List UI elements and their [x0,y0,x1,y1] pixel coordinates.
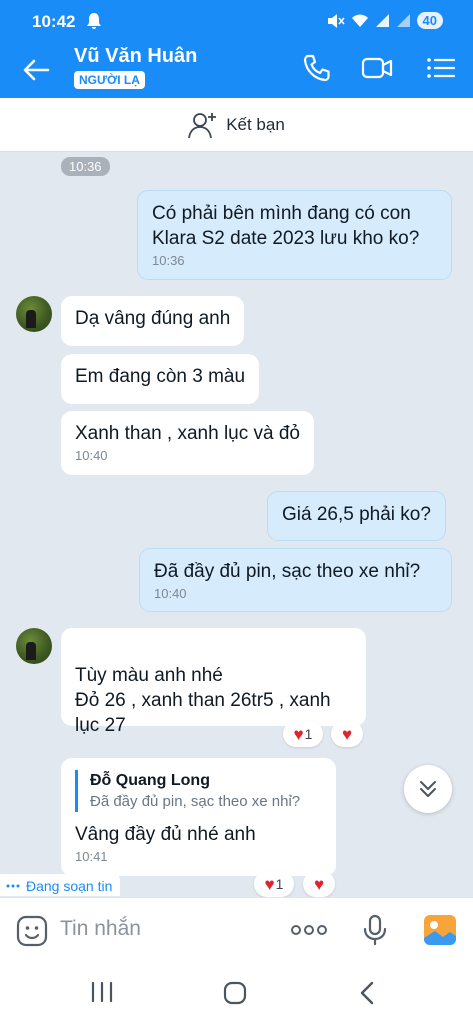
message-text: Giá 26,5 phải ko? [282,504,431,525]
sticker-icon[interactable] [16,915,48,947]
message-text: Vâng đầy đủ nhé anh [75,824,256,845]
notification-bell-icon [87,13,101,29]
message-text: Có phải bên mình đang có con Klara S2 da… [152,203,420,249]
more-options-icon[interactable] [290,923,328,937]
quote-author: Đỗ Quang Long [90,772,210,789]
phone-call-icon[interactable] [300,52,334,84]
heart-icon: ♥ [313,874,325,894]
quoted-message[interactable]: Đỗ Quang Long Đã đầy đủ pin, sạc theo xe… [75,770,322,812]
heart-icon: ♥ [264,874,275,894]
message-time: 10:40 [75,448,108,463]
wifi-icon [351,14,368,27]
message-text: Xanh than , xanh lục và đỏ [75,423,300,444]
quote-text: Đã đầy đủ pin, sạc theo xe nhỉ? [90,793,301,810]
mute-icon [327,13,345,28]
contact-avatar[interactable] [16,628,52,664]
message-bubble-incoming[interactable]: Tùy màu anh nhé Đỏ 26 , xanh than 26tr5 … [61,628,366,736]
typing-dots-icon [6,884,20,888]
message-bubble-incoming[interactable]: Đỗ Quang Long Đã đầy đủ pin, sạc theo xe… [61,758,336,876]
microphone-icon[interactable] [362,914,388,946]
typing-text: Đang soạn tin [26,878,113,894]
signal-icon [375,14,389,27]
double-chevron-down-icon [420,781,436,797]
add-friend-icon [188,112,217,138]
react-button[interactable]: ♥ [331,721,363,747]
reaction-count: 1 [304,726,313,742]
battery-indicator: 40 [416,12,443,29]
status-icons: 40 [327,12,443,29]
message-time: 10:40 [154,586,187,601]
message-bubble-outgoing[interactable]: Đã đầy đủ pin, sạc theo xe nhỉ? 10:40 [139,548,452,612]
message-text: Em đang còn 3 màu [75,366,246,387]
chat-header: Vũ Văn Huân NGƯỜI LẠ [0,44,473,98]
typing-indicator: Đang soạn tin [0,874,121,896]
heart-icon: ♥ [293,724,304,744]
home-icon[interactable] [222,981,248,1005]
message-composer: Tin nhắn [0,897,473,961]
message-bubble-outgoing[interactable]: Có phải bên mình đang có con Klara S2 da… [137,190,452,280]
reaction-count-chip[interactable]: ♥ 1 [283,721,323,747]
signal-2-icon [396,14,410,27]
system-navigation-bar [0,961,473,1024]
add-friend-label: Kết bạn [226,114,285,134]
message-bubble-incoming[interactable]: Xanh than , xanh lục và đỏ 10:40 [61,411,314,475]
recent-apps-icon[interactable] [90,981,114,1003]
message-bubble-outgoing[interactable]: Giá 26,5 phải ko? [267,491,446,541]
video-call-icon[interactable] [360,52,394,84]
stranger-badge: NGƯỜI LẠ [74,71,145,89]
reaction-count: 1 [275,876,284,892]
message-text: Đã đầy đủ pin, sạc theo xe nhỉ? [154,561,421,582]
message-time: 10:36 [152,253,185,268]
menu-list-icon[interactable] [424,52,458,84]
contact-avatar[interactable] [16,296,52,332]
contact-name[interactable]: Vũ Văn Huân [74,45,197,68]
message-bubble-incoming[interactable]: Dạ vâng đúng anh [61,296,245,346]
status-time: 10:42 [32,12,76,31]
time-separator: 10:36 [61,157,110,176]
back-arrow-icon[interactable] [20,54,52,86]
reaction-count-chip[interactable]: ♥ 1 [254,871,294,897]
heart-icon: ♥ [341,724,353,744]
react-button[interactable]: ♥ [303,871,335,897]
add-friend-button[interactable]: Kết bạn [0,98,473,152]
scroll-to-bottom-button[interactable] [404,765,452,813]
message-text: Dạ vâng đúng anh [75,308,231,329]
status-bar: 10:42 40 [0,0,473,44]
message-time: 10:41 [75,849,108,864]
image-gallery-icon[interactable] [423,914,457,946]
message-bubble-incoming[interactable]: Em đang còn 3 màu [61,354,260,404]
message-input[interactable]: Tin nhắn [60,917,141,941]
back-nav-icon[interactable] [358,980,376,1006]
